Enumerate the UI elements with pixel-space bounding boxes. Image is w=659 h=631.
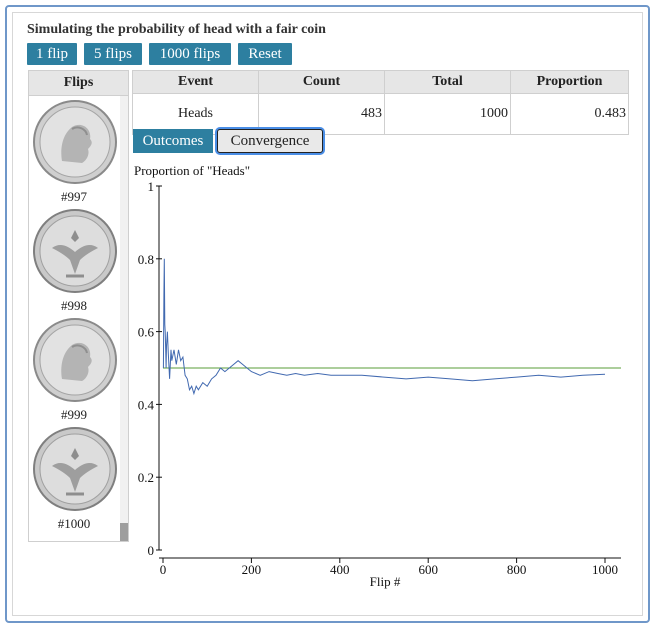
coin-heads-icon — [33, 318, 117, 402]
y-tick-label: 0 — [148, 543, 155, 558]
y-tick-label: 0.8 — [138, 252, 154, 267]
stats-table: Event Count Total Proportion Heads 483 1… — [132, 70, 629, 135]
flip-1-button[interactable]: 1 flip — [27, 43, 77, 65]
flip-number: #997 — [61, 189, 87, 204]
flip-item: #998 — [29, 208, 119, 316]
coin-heads-icon — [33, 100, 117, 184]
flips-panel: Flips #997 #998 #999 #1000 — [28, 70, 129, 542]
y-tick-label: 0.6 — [138, 325, 155, 340]
cell-proportion: 0.483 — [510, 93, 629, 135]
x-tick-label: 800 — [507, 562, 526, 577]
flip-item: #997 — [29, 99, 119, 207]
flip-number: #998 — [61, 298, 87, 313]
x-tick-label: 600 — [418, 562, 438, 577]
tab-outcomes[interactable]: Outcomes — [133, 129, 213, 153]
series-line-heads-proportion — [162, 258, 606, 396]
col-header-event: Event — [132, 70, 259, 94]
app-title: Simulating the probability of head with … — [27, 22, 326, 37]
x-tick-label: 1000 — [592, 562, 618, 577]
flip-item: #999 — [29, 317, 119, 425]
cell-total: 1000 — [384, 93, 511, 135]
col-header-total: Total — [384, 70, 511, 94]
x-tick-label: 0 — [160, 562, 167, 577]
y-tick-label: 1 — [148, 179, 155, 194]
flip-item: #1000 — [29, 426, 119, 534]
coin-tails-icon — [33, 209, 117, 293]
flip-number: #999 — [61, 407, 87, 422]
flip-5-button[interactable]: 5 flips — [84, 43, 142, 65]
tab-convergence[interactable]: Convergence — [217, 129, 323, 153]
y-axis-title: Proportion of "Heads" — [134, 163, 250, 178]
reset-button[interactable]: Reset — [238, 43, 292, 65]
x-tick-label: 400 — [330, 562, 350, 577]
flip-1000-button[interactable]: 1000 flips — [149, 43, 231, 65]
x-tick-label: 200 — [242, 562, 262, 577]
y-tick-label: 0.2 — [138, 470, 154, 485]
x-axis-title: Flip # — [370, 574, 401, 589]
flip-number: #1000 — [57, 516, 91, 531]
coin-tails-icon — [33, 427, 117, 511]
y-tick-label: 0.4 — [138, 397, 155, 412]
col-header-count: Count — [258, 70, 385, 94]
flips-header: Flips — [29, 71, 128, 96]
convergence-chart: Proportion of "Heads" 0 0.2 0.4 0.6 0.8 1 0 200… — [134, 163, 621, 589]
stats-header-row: Event Count Total Proportion — [132, 70, 629, 94]
col-header-proportion: Proportion — [510, 70, 629, 94]
chart-axes: 0 0.2 0.4 0.6 0.8 1 0 200 400 600 800 1000 — [138, 179, 621, 577]
